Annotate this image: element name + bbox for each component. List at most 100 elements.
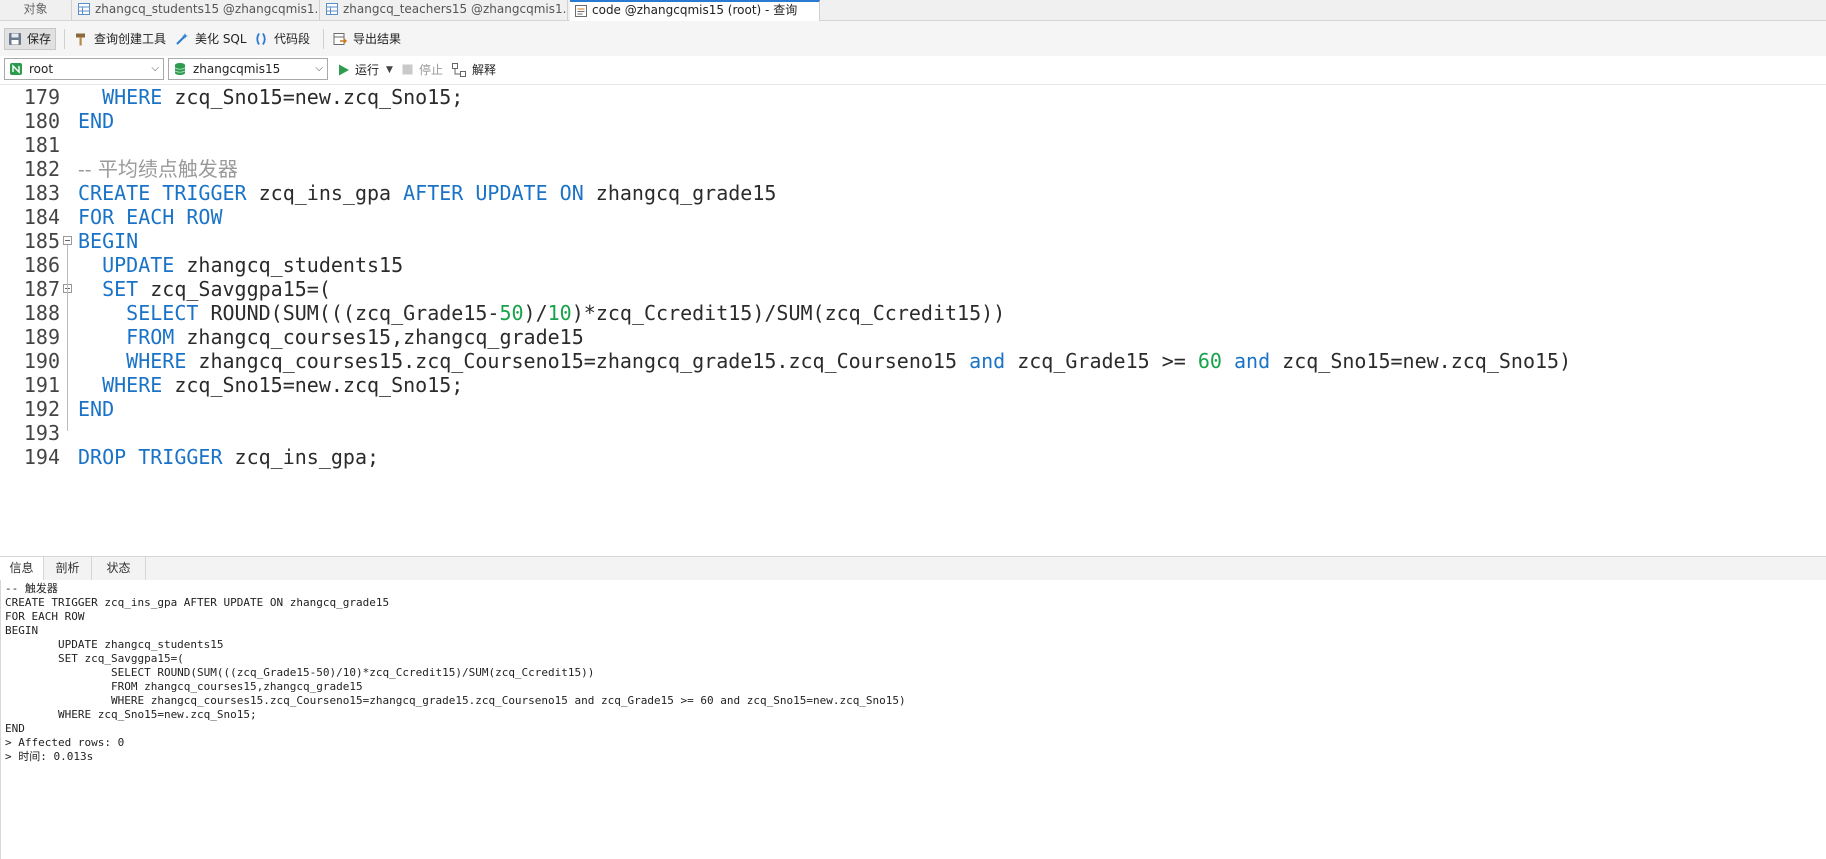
sql-keyword: SET [102,277,139,301]
sql-text: zcq_ins_gpa; [222,445,380,469]
save-icon [9,33,21,45]
database-icon [174,63,186,75]
tab-objects[interactable]: 对象 [0,0,72,20]
output-line: FROM zhangcq_courses15,zhangcq_grade15 [5,680,363,693]
output-line: > 时间: 0.013s [5,750,94,763]
database-value: zhangcqmis15 [193,62,281,76]
sql-text: zcq_Sno15=new.zcq_Sno15; [162,85,464,109]
output-line: SELECT ROUND(SUM(((zcq_Grade15-50)/10)*z… [5,666,595,679]
output-line: END [5,722,25,735]
sql-text: )*zcq_Ccredit15)/SUM(zcq_Ccredit15)) [571,301,1006,325]
fold-guide [67,245,68,431]
sql-text: ROUND(SUM(((zcq_Grade15- [198,301,500,325]
sql-text: zcq_ins_gpa [246,181,404,205]
tab-teachers-table[interactable]: zhangcq_teachers15 @zhangcqmis1... [321,0,568,20]
chevron-down-icon: ⌵ [315,63,323,74]
sql-text: zcq_Grade15 >= [1005,349,1198,373]
export-results-label: 导出结果 [353,32,402,46]
tab-label: zhangcq_students15 @zhangcqmis1... [95,2,320,16]
output-line: -- 触发器 [5,582,58,595]
beautify-sql-label: 美化 SQL [195,32,247,46]
sql-keyword: CREATE TRIGGER [78,181,247,205]
sql-keyword: DROP TRIGGER [78,445,223,469]
output-line: > Affected rows: 0 [5,736,125,749]
play-icon [339,64,349,76]
sql-text: zhangcq_students15 [174,253,404,277]
query-icon [575,5,587,17]
sql-text: zhangcq_courses15.zcq_Courseno15=zhangcq… [186,349,970,373]
sql-keyword: AFTER UPDATE ON [403,181,584,205]
connection-icon [10,63,22,75]
toolbar-separator [64,29,65,49]
export-icon [333,33,347,45]
message-output: -- 触发器 CREATE TRIGGER zcq_ins_gpa AFTER U… [0,580,1826,859]
sql-keyword: SELECT [126,301,199,325]
tab-profile[interactable]: 剖析 [44,557,92,580]
connection-bar: root ⌵ zhangcqmis15 ⌵ 运行 ▼ 停止 解释 [0,56,1826,85]
run-label: 运行 [355,63,380,77]
sql-keyword: WHERE [126,349,187,373]
table-icon [78,3,90,15]
sql-comment: -- 平均绩点触发器 [78,157,238,181]
output-line: SET zcq_Savggpa15=( [5,652,184,665]
line-number: 194 [23,445,60,469]
sql-keyword: FOR EACH ROW [78,205,223,229]
connection-value: root [29,62,54,76]
output-line: UPDATE zhangcq_students15 [5,638,224,651]
tab-label: zhangcq_teachers15 @zhangcqmis1... [343,2,568,16]
tab-message[interactable]: 信息 [0,557,44,581]
code-snippet-label: 代码段 [274,32,311,46]
sql-number: 60 [1197,349,1222,373]
stop-icon [402,64,413,75]
output-line: WHERE zcq_Sno15=new.zcq_Sno15; [5,708,257,721]
output-line: CREATE TRIGGER zcq_ins_gpa AFTER UPDATE … [5,596,390,609]
tab-strip: 对象 zhangcq_students15 @zhangcqmis1... zh… [0,0,1826,21]
query-toolbar: 保存 查询创建工具 美化 SQL 代码段 导出结果 [0,21,1826,57]
sql-keyword: and [969,349,1006,373]
magic-wand-icon [176,33,188,45]
sql-keyword: FROM [126,325,175,349]
query-builder-label: 查询创建工具 [94,32,167,46]
chevron-down-icon: ⌵ [151,63,159,74]
sql-text: zcq_Sno15=new.zcq_Sno15; [162,373,464,397]
chevron-down-icon[interactable]: ▼ [386,60,393,80]
sql-text: zhangcq_courses15,zhangcq_grade15 [174,325,584,349]
fold-toggle-icon[interactable] [63,236,72,245]
sql-text: )/ [523,301,548,325]
output-line: BEGIN [5,624,39,637]
tab-label: code @zhangcqmis15 (root) - 查询 [592,3,798,17]
sql-text: zcq_Savggpa15=( [138,277,331,301]
sql-keyword: WHERE [102,85,163,109]
tab-students-table[interactable]: zhangcq_students15 @zhangcqmis1... [73,0,320,20]
database-select[interactable]: zhangcqmis15 ⌵ [168,58,328,80]
sql-keyword: END [78,397,115,421]
explain-icon [452,63,466,77]
save-label: 保存 [27,32,52,46]
code-line[interactable]: 194 DROP TRIGGER zcq_ins_gpa; [0,443,1826,471]
parentheses-icon [256,33,266,45]
sql-number: 50 [499,301,524,325]
sql-number: 10 [547,301,572,325]
sql-text: zhangcq_grade15 [583,181,777,205]
sql-editor[interactable]: 179 WHERE zcq_Sno15=new.zcq_Sno15; 180 END… [0,85,1826,552]
sql-keyword: and [1233,349,1271,373]
code-text: DROP TRIGGER zcq_ins_gpa; [78,443,379,471]
sql-keyword: UPDATE [102,253,175,277]
sql-keyword: WHERE [102,373,163,397]
toolbar-separator [323,29,324,49]
connection-select[interactable]: root ⌵ [4,58,164,80]
hammer-icon [76,33,85,46]
output-line: WHERE zhangcq_courses15.zcq_Courseno15=z… [5,694,906,707]
sql-keyword: END [78,109,115,133]
tab-query-code[interactable]: code @zhangcqmis15 (root) - 查询 [570,0,820,21]
sql-text: zcq_Sno15=new.zcq_Sno15) [1270,349,1572,373]
tab-status[interactable]: 状态 [92,557,146,580]
result-panel-tabs: 信息 剖析 状态 [0,556,1826,581]
save-button[interactable]: 保存 [4,28,56,50]
